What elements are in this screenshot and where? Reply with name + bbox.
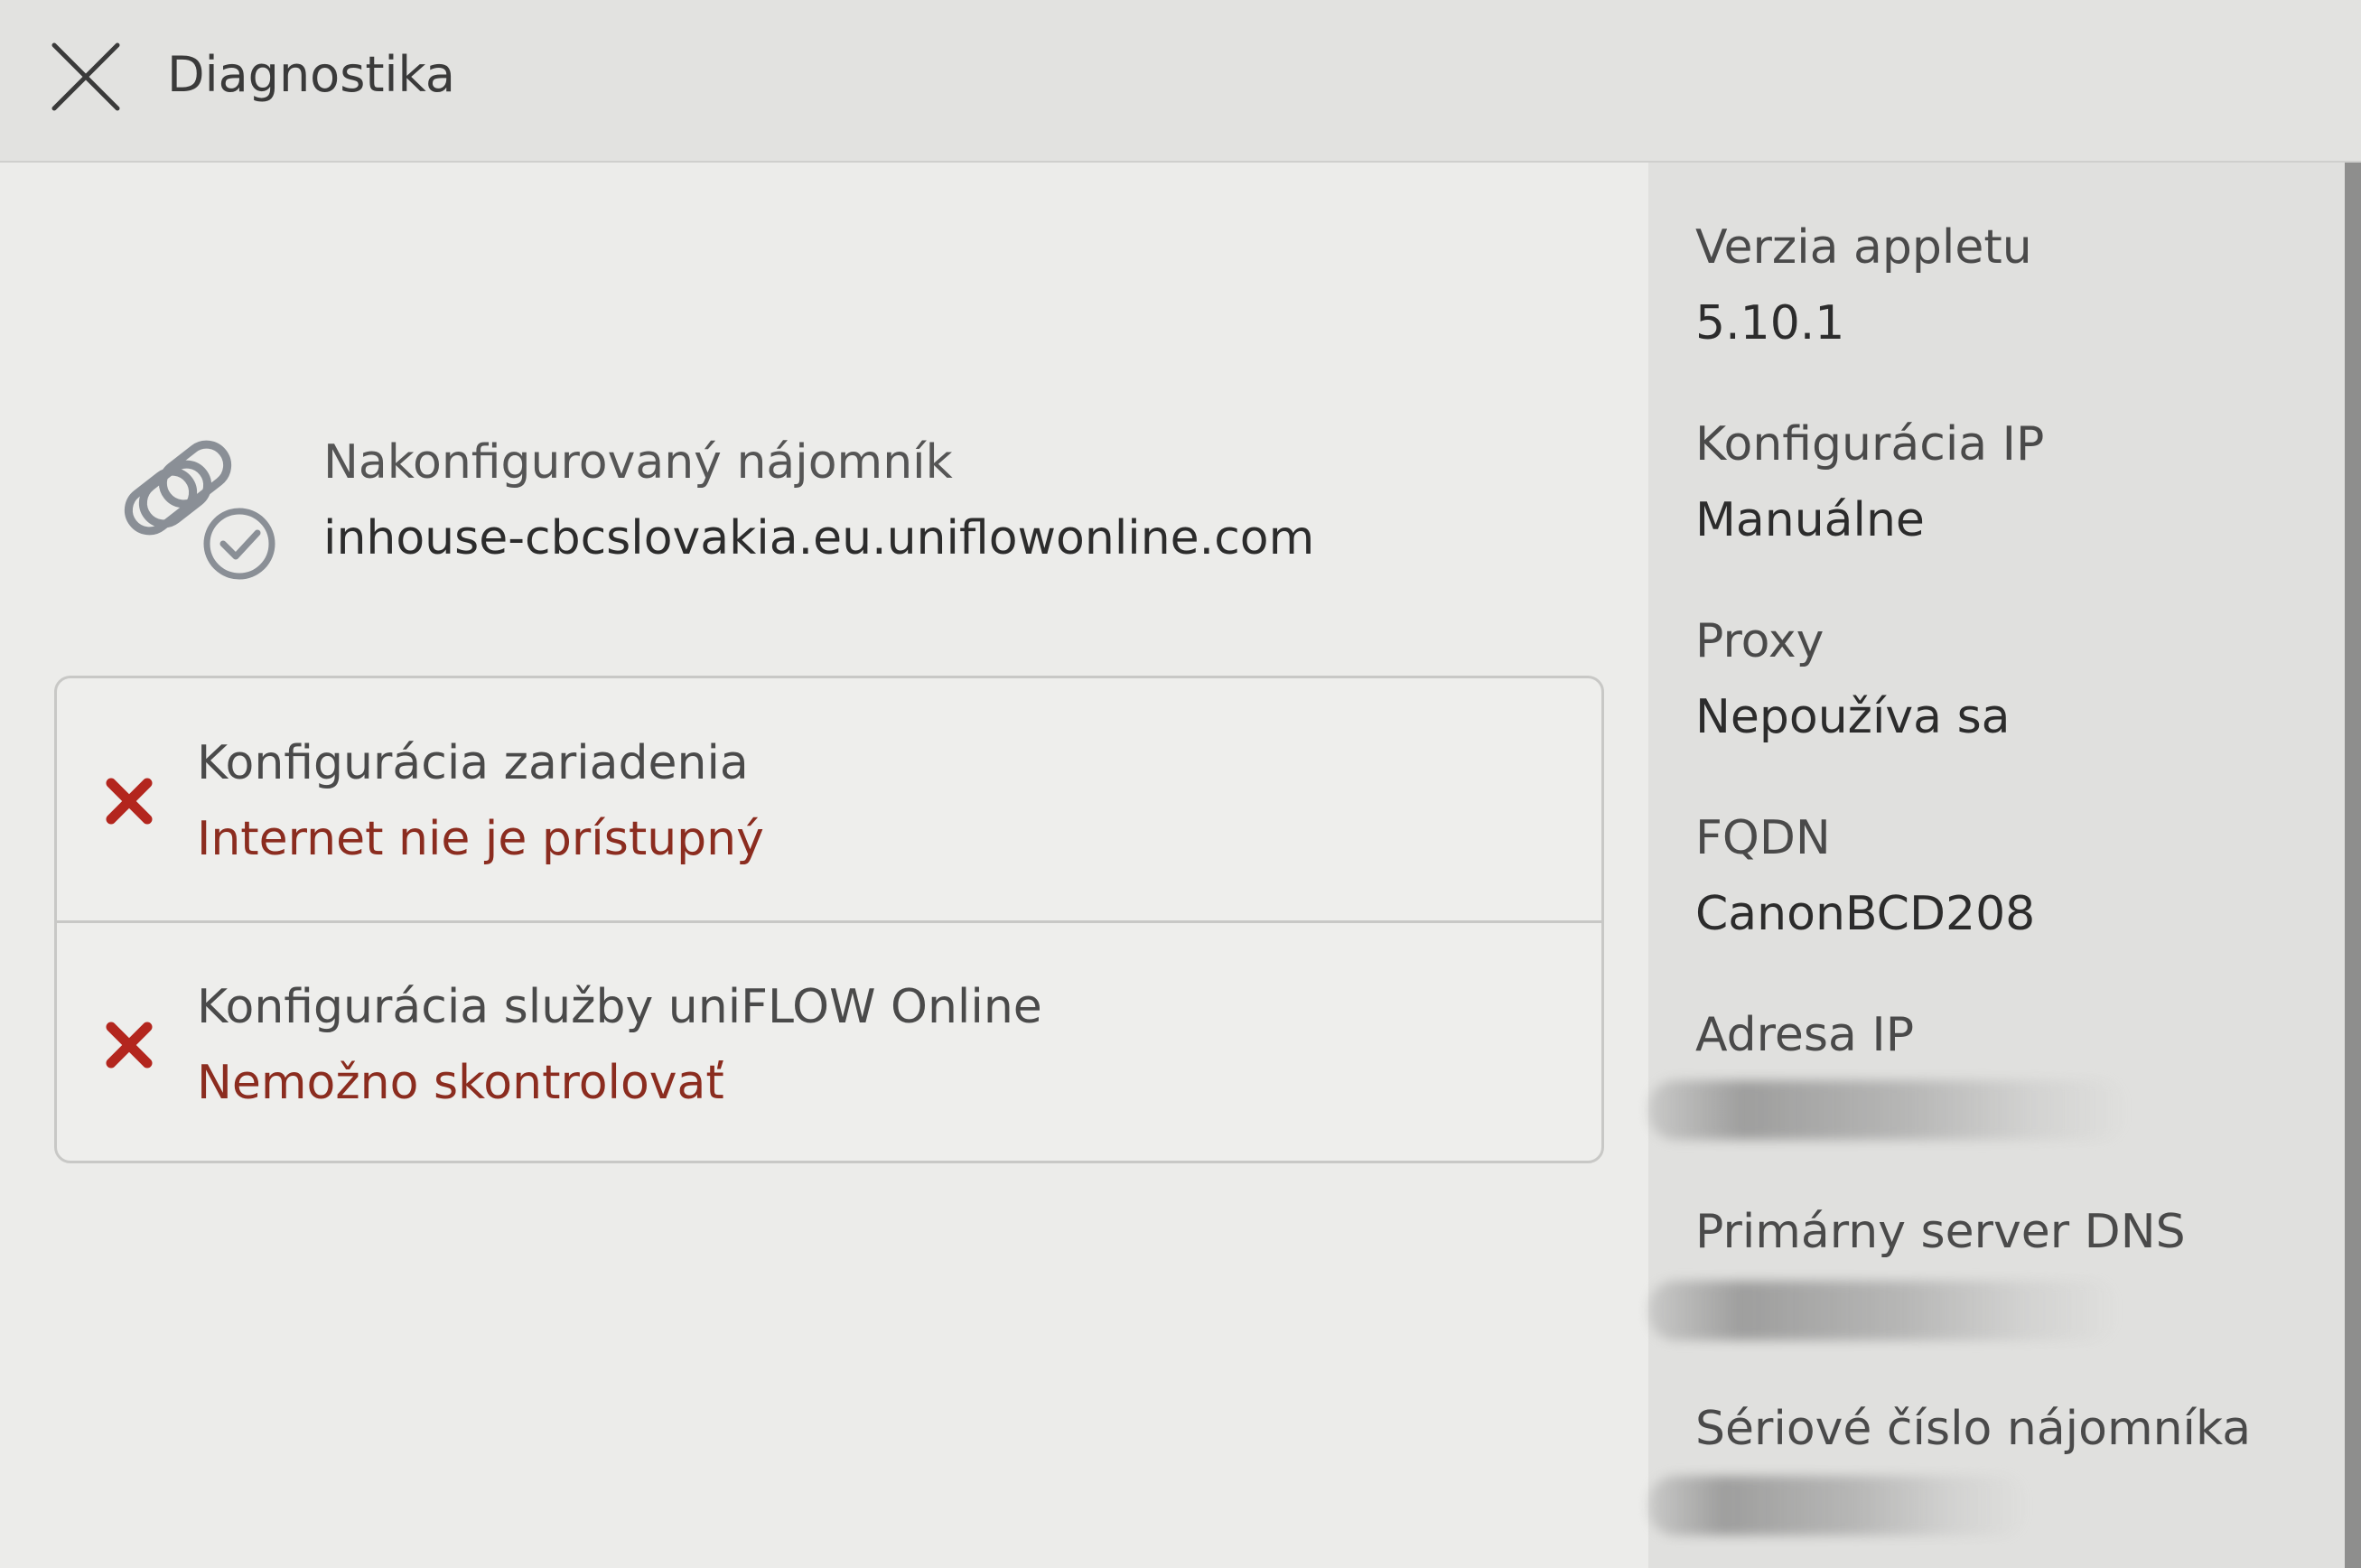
ip-address-value-redacted — [1648, 1080, 2127, 1140]
proxy-value: Nepoužíva sa — [1695, 690, 2011, 744]
main-content: Nakonfigurovaný nájomník inhouse-cbcslov… — [0, 163, 1648, 1568]
applet-version-value: 5.10.1 — [1695, 296, 1845, 350]
info-panel: Verzia appletu 5.10.1 Konfigurácia IP Ma… — [1648, 163, 2361, 1568]
check-status: Nemožno skontrolovať — [197, 1056, 724, 1110]
error-x-icon — [106, 778, 153, 825]
page-title: Diagnostika — [167, 46, 455, 103]
primary-dns-label: Primárny server DNS — [1695, 1205, 2186, 1259]
tenant-serial-label: Sériové číslo nájomníka — [1695, 1402, 2252, 1456]
diagnostics-screen: Diagnostika Nakonfigurovaný nájomník inh… — [0, 0, 2361, 1568]
header-bar: Diagnostika — [0, 0, 2361, 163]
ip-config-value: Manuálne — [1695, 493, 1925, 547]
check-status: Internet nie je prístupný — [197, 812, 764, 866]
tenant-serial-value-redacted — [1648, 1476, 2028, 1535]
ip-config-label: Konfigurácia IP — [1695, 417, 2045, 471]
error-x-icon — [106, 1022, 153, 1069]
fqdn-label: FQDN — [1695, 811, 1831, 865]
tenant-label: Nakonfigurovaný nájomník — [323, 435, 953, 490]
close-icon — [51, 42, 120, 111]
primary-dns-value-redacted — [1648, 1281, 2118, 1340]
applet-version-label: Verzia appletu — [1695, 220, 2032, 275]
close-button[interactable] — [45, 36, 126, 117]
check-item-device-config[interactable]: Konfigurácia zariadenia Internet nie je … — [57, 678, 1601, 923]
diagnostic-checks-list: Konfigurácia zariadenia Internet nie je … — [54, 676, 1604, 1163]
proxy-label: Proxy — [1695, 614, 1824, 668]
check-item-uniflow-config[interactable]: Konfigurácia služby uniFLOW Online Nemož… — [57, 922, 1601, 1164]
check-title: Konfigurácia zariadenia — [197, 736, 749, 790]
fqdn-value: CanonBCD208 — [1695, 887, 2036, 941]
check-title: Konfigurácia služby uniFLOW Online — [197, 980, 1042, 1034]
scrollbar[interactable] — [2345, 163, 2361, 1568]
ip-address-label: Adresa IP — [1695, 1008, 1915, 1062]
link-check-icon — [113, 434, 294, 587]
tenant-value: inhouse-cbcslovakia.eu.uniflowonline.com — [323, 511, 1315, 565]
